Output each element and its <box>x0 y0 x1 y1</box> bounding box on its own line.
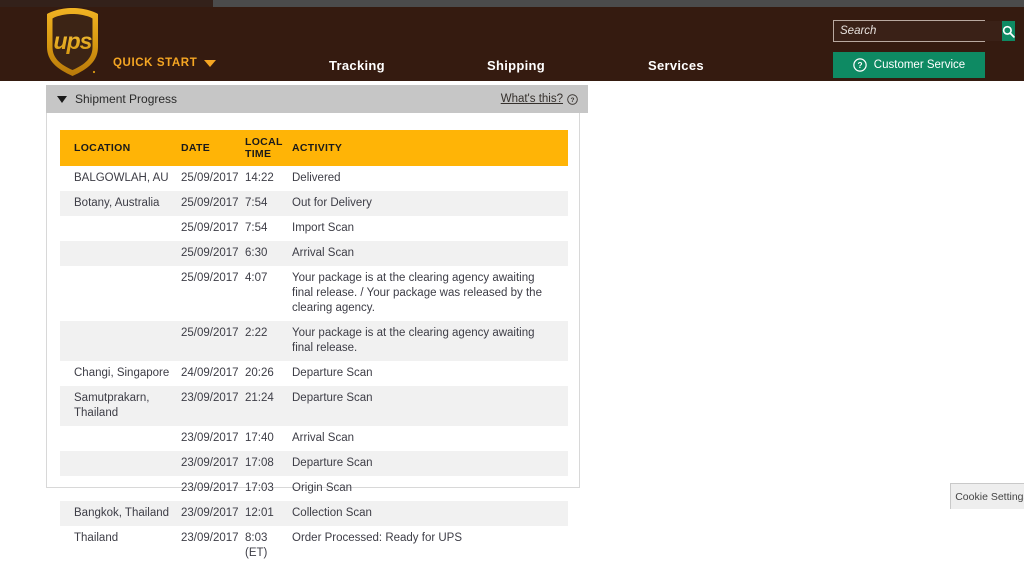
site-header: ups QUICK START Tracking Shipping Servic… <box>0 7 1024 81</box>
chevron-down-icon <box>204 59 217 67</box>
search-button[interactable] <box>1002 21 1015 41</box>
cell-date: 25/09/2017 <box>181 272 239 284</box>
cell-location: BALGOWLAH, AU <box>74 172 169 184</box>
browser-chrome-left-filler <box>0 0 213 7</box>
cell-date: 25/09/2017 <box>181 321 245 361</box>
cell-activity: Arrival Scan <box>292 241 568 266</box>
cell-date: 23/09/2017 <box>181 432 239 444</box>
cell-activity: Arrival Scan <box>292 432 354 444</box>
column-header-local-time-line1: LOCAL <box>245 136 283 148</box>
customer-service-button[interactable]: ? Customer Service <box>833 52 985 78</box>
cell-location: Samutprakarn, Thailand <box>60 386 181 426</box>
shipment-progress-bar: Shipment Progress What's this? ? <box>46 85 588 113</box>
search-icon <box>1002 25 1015 38</box>
table-row: 25/09/2017 6:30 Arrival Scan <box>60 241 568 266</box>
cell-location <box>60 321 181 361</box>
column-header-activity: ACTIVITY <box>292 130 568 166</box>
cell-date: 23/09/2017 <box>181 451 245 476</box>
cell-local-time: 17:08 <box>245 451 292 476</box>
table-row: 23/09/2017 17:40 Arrival Scan <box>60 426 568 451</box>
cell-local-time: 7:54 <box>245 222 268 234</box>
tracking-detail-panel: LOCATION DATE LOCAL TIME ACTIVITY BALGOW… <box>46 113 580 559</box>
cell-local-time: 4:07 <box>245 272 268 284</box>
cell-location <box>60 451 181 476</box>
search-input[interactable] <box>834 21 1002 41</box>
search-box <box>833 20 1015 42</box>
question-circle-icon: ? <box>567 93 578 105</box>
cell-activity: Your package is at the clearing agency a… <box>292 272 542 314</box>
nav-item-shipping[interactable]: Shipping <box>487 58 545 73</box>
table-row: Botany, Australia 25/09/2017 7:54 Out for D… <box>60 191 568 216</box>
whats-this-link[interactable]: What's this? <box>501 93 563 105</box>
quick-start-menu[interactable]: QUICK START <box>113 57 217 69</box>
svg-text:ups: ups <box>54 28 92 54</box>
cell-local-time: 8:03 (ET) <box>245 532 268 559</box>
cell-location <box>60 241 181 266</box>
whats-this: What's this? ? <box>501 93 578 105</box>
cell-location <box>60 476 181 501</box>
svg-text:?: ? <box>571 96 575 103</box>
cell-local-time: 20:26 <box>245 367 274 379</box>
cell-local-time: 17:03 <box>245 482 274 494</box>
cell-location: Botany, Australia <box>60 191 181 216</box>
cell-date: 25/09/2017 <box>181 241 245 266</box>
column-header-location: LOCATION <box>60 130 181 166</box>
cell-date: 23/09/2017 <box>181 386 245 426</box>
quick-start-label: QUICK START <box>113 57 198 69</box>
cell-activity: Import Scan <box>292 222 354 234</box>
table-row: Changi, Singapore 24/09/2017 20:26 Departur… <box>60 361 568 386</box>
cell-activity: Delivered <box>292 172 341 184</box>
table-row: 25/09/2017 4:07 Your package is at the cle… <box>60 266 568 321</box>
table-row: Samutprakarn, Thailand 23/09/2017 21:24 Dep… <box>60 386 568 426</box>
cell-activity: Out for Delivery <box>292 191 568 216</box>
cell-date: 23/09/2017 <box>181 482 239 494</box>
cell-location <box>60 266 181 321</box>
cell-location: Thailand <box>74 532 119 544</box>
collapse-toggle-icon[interactable] <box>57 95 67 103</box>
cell-local-time: 2:22 <box>245 321 292 361</box>
table-row: 25/09/2017 2:22 Your package is at the cle… <box>60 321 568 361</box>
table-row: 25/09/2017 7:54 Import Scan <box>60 216 568 241</box>
cell-local-time: 6:30 <box>245 241 292 266</box>
cell-location: Changi, Singapore <box>74 367 170 379</box>
column-header-local-time: LOCAL TIME <box>245 130 292 166</box>
cell-date: 25/09/2017 <box>181 222 239 234</box>
cookie-settings-button[interactable]: Cookie Settings <box>950 483 1024 509</box>
cell-activity: Departure Scan <box>292 451 568 476</box>
cell-activity: Origin Scan <box>292 482 353 494</box>
svg-text:?: ? <box>857 60 862 70</box>
cell-activity: Departure Scan <box>292 386 568 426</box>
table-header: LOCATION DATE LOCAL TIME ACTIVITY <box>60 130 568 166</box>
cell-date: 23/09/2017 <box>181 532 239 544</box>
cell-date: 25/09/2017 <box>181 172 239 184</box>
table-header-row: LOCATION DATE LOCAL TIME ACTIVITY <box>60 130 568 166</box>
table-row: BALGOWLAH, AU 25/09/2017 14:22 Delivered <box>60 166 568 191</box>
nav-item-tracking[interactable]: Tracking <box>329 58 385 73</box>
cell-activity: Your package is at the clearing agency a… <box>292 321 568 361</box>
table-row: 23/09/2017 17:03 Origin Scan <box>60 476 568 501</box>
table-body: BALGOWLAH, AU 25/09/2017 14:22 Delivered Bot… <box>60 166 568 566</box>
cell-location <box>60 426 181 451</box>
cell-date: 25/09/2017 <box>181 191 245 216</box>
cell-local-time: 14:22 <box>245 172 274 184</box>
column-header-date: DATE <box>181 130 245 166</box>
column-header-local-time-line2: TIME <box>245 148 272 160</box>
table-row: 23/09/2017 17:08 Departure Scan <box>60 451 568 476</box>
customer-service-label: Customer Service <box>873 59 966 71</box>
question-circle-icon: ? <box>853 58 867 72</box>
tracking-history-table: LOCATION DATE LOCAL TIME ACTIVITY BALGOW… <box>60 130 568 566</box>
cell-local-time: 21:24 <box>245 386 292 426</box>
browser-chrome-strip <box>213 0 1024 7</box>
cell-local-time: 7:54 <box>245 191 292 216</box>
nav-item-services[interactable]: Services <box>648 58 704 73</box>
cell-activity: Departure Scan <box>292 367 373 379</box>
table-row: Thailand 23/09/2017 8:03 (ET) Order Process… <box>60 526 568 566</box>
cell-location <box>60 216 181 241</box>
shipment-progress-title: Shipment Progress <box>75 92 178 106</box>
cell-date: 24/09/2017 <box>181 367 239 379</box>
cell-local-time: 17:40 <box>245 432 274 444</box>
ups-logo[interactable]: ups <box>44 7 101 77</box>
cell-activity: Order Processed: Ready for UPS <box>292 532 463 544</box>
